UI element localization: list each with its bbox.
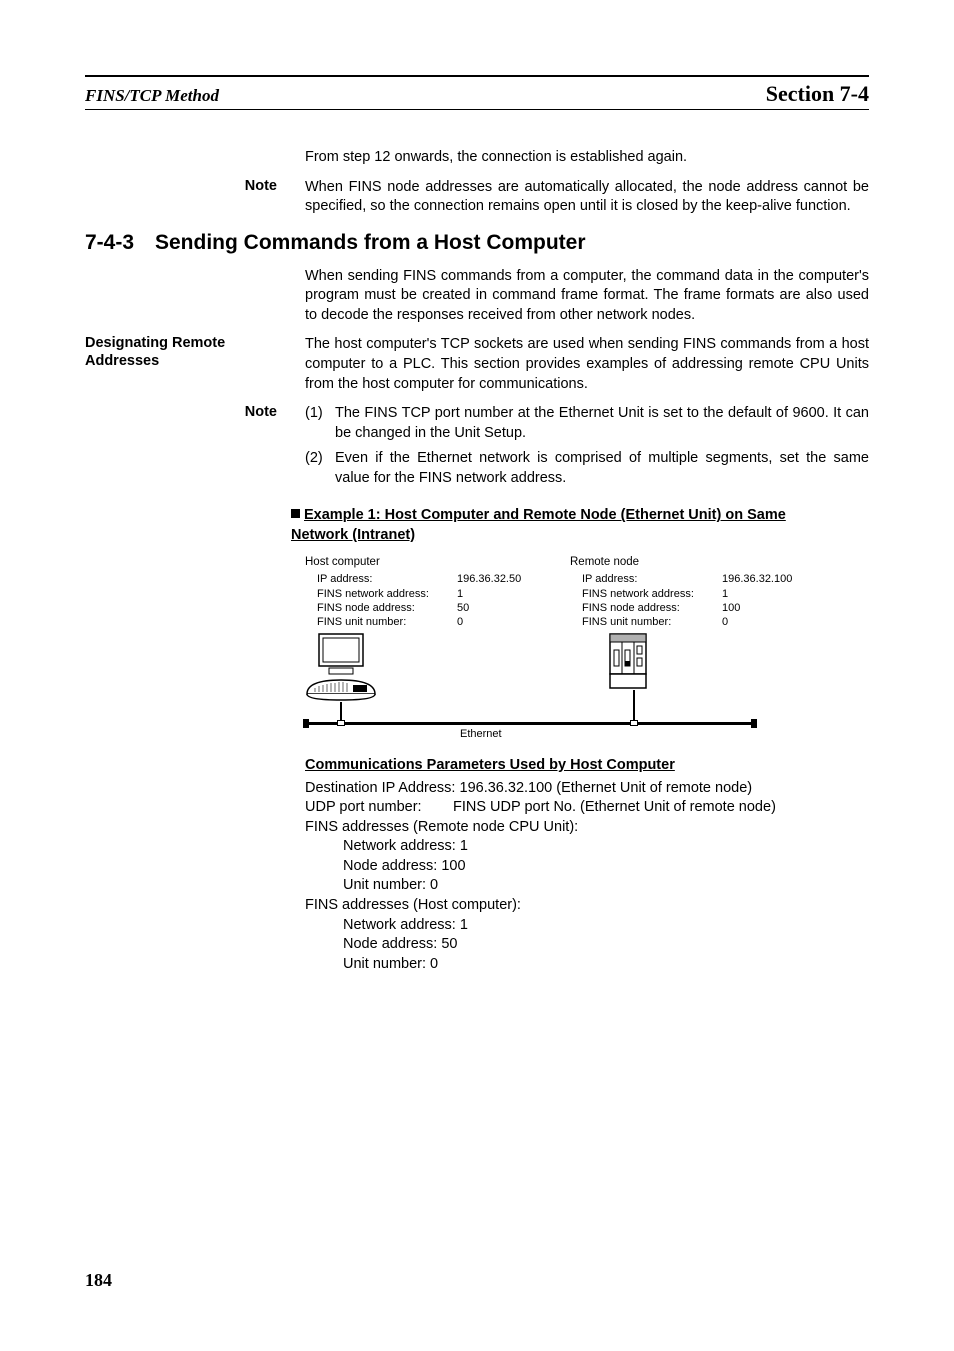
udp-value: FINS UDP port No. (Ethernet Unit of remo… — [453, 798, 776, 818]
diag-label: FINS unit number: — [582, 615, 722, 629]
ethernet-label: Ethernet — [460, 728, 502, 740]
list-text: Even if the Ethernet network is comprise… — [335, 449, 869, 488]
dest-value: 196.36.32.100 (Ethernet Unit of remote n… — [460, 780, 753, 796]
diag-label: FINS node address: — [582, 601, 722, 615]
note-1: Note When FINS node addresses are automa… — [85, 178, 869, 217]
diag-label: IP address: — [317, 572, 457, 586]
list-number: (2) — [305, 449, 335, 488]
fins-remote-label: FINS addresses (Remote node CPU Unit): — [305, 818, 869, 838]
note-label: Note — [85, 178, 305, 217]
diag-label: FINS network address: — [582, 587, 722, 601]
fins-host-label: FINS addresses (Host computer): — [305, 896, 869, 916]
diag-value: 1 — [722, 587, 835, 601]
diag-value: 0 — [457, 615, 570, 629]
host-net: Network address: 1 — [343, 916, 869, 936]
diag-label: FINS node address: — [317, 601, 457, 615]
list-item: (1) The FINS TCP port number at the Ethe… — [305, 404, 869, 443]
host-column: Host computer IP address:196.36.32.50 FI… — [305, 555, 570, 629]
dest-label: Destination IP Address: — [305, 780, 460, 796]
remote-net: Network address: 1 — [343, 837, 869, 857]
host-node: Node address: 50 — [343, 935, 869, 955]
network-diagram: Host computer IP address:196.36.32.50 FI… — [305, 555, 835, 736]
diag-label: FINS network address: — [317, 587, 457, 601]
list-number: (1) — [305, 404, 335, 443]
comm-heading: Communications Parameters Used by Host C… — [305, 757, 869, 773]
example-heading: Example 1: Host Computer and Remote Node… — [291, 506, 869, 545]
note-body: When FINS node addresses are automatical… — [305, 178, 869, 217]
example-title-line1: Example 1: Host Computer and Remote Node… — [304, 507, 786, 523]
diag-value: 50 — [457, 601, 570, 615]
plc-icon — [570, 632, 650, 692]
host-title: Host computer — [305, 555, 570, 570]
diag-value: 100 — [722, 601, 835, 615]
designating-row: Designating Remote Addresses The host co… — [85, 335, 869, 394]
section-title: Sending Commands from a Host Computer — [155, 231, 586, 254]
page-header: FINS/TCP Method Section 7-4 — [85, 81, 869, 110]
section-intro: When sending FINS commands from a comput… — [305, 267, 869, 326]
header-left: FINS/TCP Method — [85, 86, 219, 106]
list-text: The FINS TCP port number at the Ethernet… — [335, 404, 869, 443]
designating-label: Designating Remote Addresses — [85, 335, 305, 394]
computer-icon — [305, 632, 395, 707]
host-unit: Unit number: 0 — [343, 955, 869, 975]
section-number: 7-4-3 — [85, 231, 155, 255]
section-heading: 7-4-3Sending Commands from a Host Comput… — [85, 231, 869, 255]
list-item: (2) Even if the Ethernet network is comp… — [305, 449, 869, 488]
remote-node: Node address: 100 — [343, 857, 869, 877]
comm-params: Destination IP Address: 196.36.32.100 (E… — [305, 779, 869, 975]
example-title-line2: Network (Intranet) — [291, 527, 415, 543]
diag-value: 0 — [722, 615, 835, 629]
square-bullet-icon — [291, 509, 300, 518]
header-right: Section 7-4 — [766, 81, 869, 107]
diag-value: 1 — [457, 587, 570, 601]
remote-title: Remote node — [570, 555, 835, 570]
remote-column: Remote node IP address:196.36.32.100 FIN… — [570, 555, 835, 629]
intro-text: From step 12 onwards, the connection is … — [305, 148, 869, 168]
remote-unit: Unit number: 0 — [343, 876, 869, 896]
note-label: Note — [85, 404, 305, 494]
diag-label: IP address: — [582, 572, 722, 586]
diag-value: 196.36.32.100 — [722, 572, 835, 586]
diag-value: 196.36.32.50 — [457, 572, 570, 586]
page-number: 184 — [85, 1270, 112, 1291]
udp-label: UDP port number: — [305, 798, 453, 818]
diag-label: FINS unit number: — [317, 615, 457, 629]
designating-text: The host computer's TCP sockets are used… — [305, 335, 869, 394]
note-2: Note (1) The FINS TCP port number at the… — [85, 404, 869, 494]
